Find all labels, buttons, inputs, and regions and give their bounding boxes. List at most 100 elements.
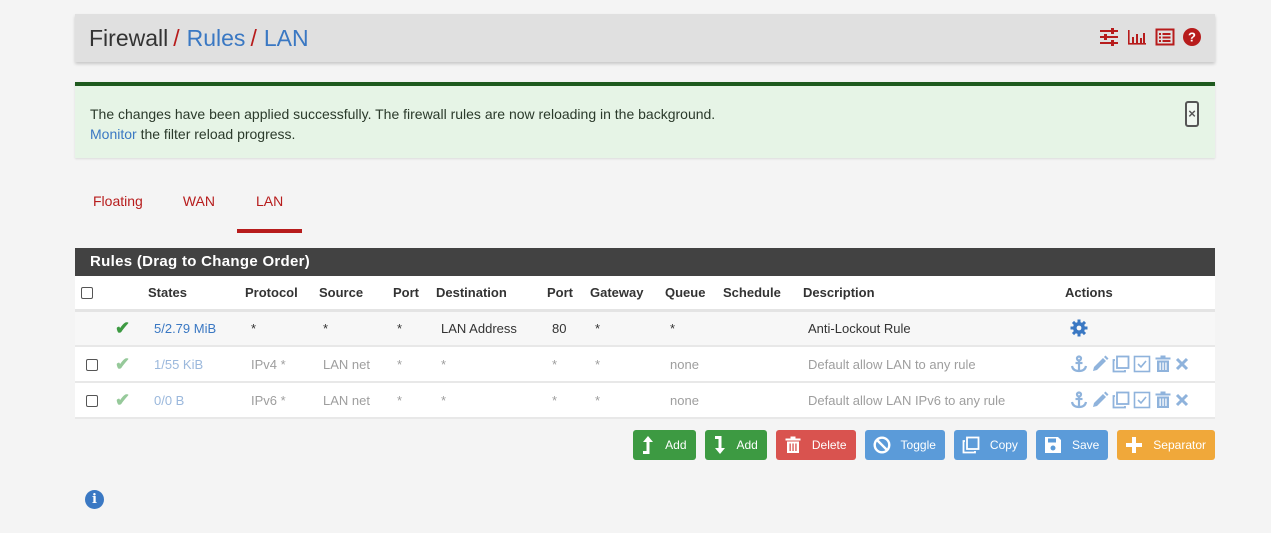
cell-queue: *: [665, 310, 723, 347]
svg-text:?: ?: [1188, 30, 1196, 45]
breadcrumb-lan[interactable]: LAN: [264, 25, 309, 52]
cell-destination: LAN Address: [436, 310, 547, 347]
table-row[interactable]: ✔ 1/55 KiB IPv4 * LAN net * * * * none D…: [75, 346, 1215, 383]
close-icon[interactable]: [1175, 355, 1189, 373]
cell-dest-port: *: [547, 346, 590, 383]
breadcrumb-separator: /: [173, 24, 180, 51]
cell-queue: none: [665, 346, 723, 383]
col-schedule: Schedule: [723, 276, 803, 312]
table-header-row: States Protocol Source Port Destination …: [75, 276, 1215, 312]
pass-check-icon: ✔: [115, 389, 131, 410]
add-top-label: Add: [665, 438, 687, 452]
trash-icon[interactable]: [1154, 355, 1172, 373]
col-queue: Queue: [665, 276, 723, 312]
delete-button[interactable]: Delete: [775, 430, 856, 460]
copy-label: Copy: [989, 438, 1018, 452]
cell-gateway: *: [590, 310, 665, 347]
help-icon[interactable]: ?: [1183, 28, 1201, 46]
rules-panel: Rules (Drag to Change Order) States Prot…: [75, 248, 1215, 419]
save-button[interactable]: Save: [1035, 430, 1109, 460]
col-destination: Destination: [436, 276, 547, 312]
trash-icon: [784, 436, 802, 454]
save-label: Save: [1071, 438, 1100, 452]
col-dest-port: Port: [547, 276, 590, 312]
copy-icon[interactable]: [1112, 355, 1130, 373]
states-link[interactable]: 1/55 KiB: [154, 357, 203, 372]
cell-schedule: [723, 346, 803, 383]
plus-icon: [1125, 436, 1143, 454]
interface-tabs: Floating WAN LAN: [75, 184, 303, 233]
col-source-port: Port: [393, 276, 436, 312]
cell-gateway: *: [590, 382, 665, 419]
breadcrumb-separator: /: [250, 24, 257, 51]
anchor-icon[interactable]: [1070, 355, 1088, 373]
check-square-icon[interactable]: [1133, 355, 1151, 373]
copy-icon: [962, 436, 980, 454]
trash-icon[interactable]: [1154, 391, 1172, 409]
row-actions: [1070, 355, 1215, 373]
cell-description: Default allow LAN IPv6 to any rule: [803, 382, 1065, 419]
col-states: States: [148, 276, 245, 312]
anchor-icon[interactable]: [1070, 391, 1088, 409]
add-top-button[interactable]: Add: [633, 430, 696, 460]
cell-destination: *: [436, 346, 547, 383]
col-status: [115, 276, 148, 312]
cell-dest-port: *: [547, 382, 590, 419]
toggle-button[interactable]: Toggle: [864, 430, 945, 460]
cell-source: *: [319, 310, 393, 347]
pencil-icon[interactable]: [1091, 355, 1109, 373]
col-actions: Actions: [1065, 276, 1215, 312]
table-row[interactable]: ✔ 0/0 B IPv6 * LAN net * * * * none Defa…: [75, 382, 1215, 419]
col-gateway: Gateway: [590, 276, 665, 312]
cell-schedule: [723, 382, 803, 419]
cell-source-port: *: [393, 382, 436, 419]
add-bottom-button[interactable]: Add: [704, 430, 767, 460]
col-description: Description: [803, 276, 1065, 312]
tab-lan[interactable]: LAN: [236, 184, 303, 233]
breadcrumb-firewall: Firewall: [89, 24, 169, 51]
separator-button[interactable]: Separator: [1117, 430, 1215, 460]
cell-source-port: *: [393, 346, 436, 383]
info-icon[interactable]: i: [85, 490, 104, 509]
cell-source: LAN net: [319, 346, 393, 383]
page-header: Firewall / Rules / LAN ?: [75, 14, 1215, 62]
bar-chart-icon[interactable]: [1127, 28, 1147, 46]
cell-queue: none: [665, 382, 723, 419]
cell-protocol: IPv6 *: [245, 382, 319, 419]
states-link[interactable]: 5/2.79 MiB: [154, 321, 216, 336]
panel-title: Rules (Drag to Change Order): [75, 248, 1215, 276]
breadcrumb: Firewall / Rules / LAN: [89, 25, 309, 52]
gear-icon[interactable]: [1070, 319, 1088, 337]
success-alert: The changes have been applied successful…: [75, 82, 1215, 158]
alert-message-rest: the filter reload progress.: [136, 126, 296, 142]
close-alert-button[interactable]: ×: [1185, 101, 1199, 127]
list-icon[interactable]: [1155, 28, 1175, 46]
pencil-icon[interactable]: [1091, 391, 1109, 409]
arrow-up-icon: [641, 435, 655, 455]
tab-floating[interactable]: Floating: [75, 184, 161, 221]
cell-protocol: IPv4 *: [245, 346, 319, 383]
select-all-checkbox[interactable]: [81, 287, 93, 300]
pass-check-icon: ✔: [115, 317, 131, 338]
row-checkbox[interactable]: [86, 359, 98, 372]
sliders-icon[interactable]: [1099, 28, 1119, 46]
monitor-link[interactable]: Monitor: [90, 126, 137, 142]
cell-gateway: *: [590, 346, 665, 383]
col-source: Source: [319, 276, 393, 312]
ban-icon: [873, 436, 891, 454]
col-protocol: Protocol: [245, 276, 319, 312]
table-row[interactable]: ✔ 5/2.79 MiB * * * LAN Address 80 * * An…: [75, 310, 1215, 347]
row-checkbox[interactable]: [86, 395, 98, 408]
copy-icon[interactable]: [1112, 391, 1130, 409]
row-actions: [1070, 391, 1215, 409]
cell-destination: *: [436, 382, 547, 419]
pass-check-icon: ✔: [115, 353, 131, 374]
check-square-icon[interactable]: [1133, 391, 1151, 409]
tab-wan[interactable]: WAN: [161, 184, 237, 221]
states-link[interactable]: 0/0 B: [154, 393, 184, 408]
cell-protocol: *: [245, 310, 319, 347]
close-icon[interactable]: [1175, 391, 1189, 409]
cell-source: LAN net: [319, 382, 393, 419]
copy-button[interactable]: Copy: [953, 430, 1027, 460]
breadcrumb-rules[interactable]: Rules: [187, 25, 246, 52]
